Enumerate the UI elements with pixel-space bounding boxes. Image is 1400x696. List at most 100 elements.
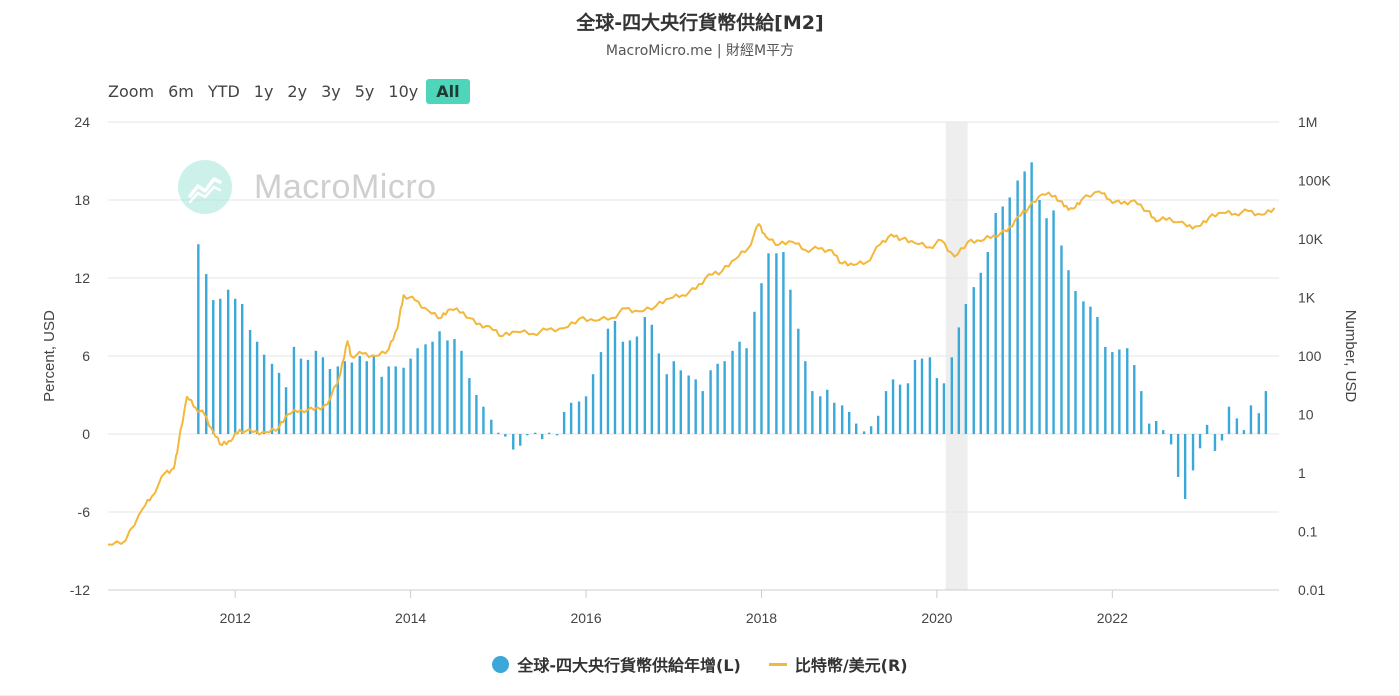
- bar: [475, 395, 478, 434]
- bar: [212, 300, 215, 434]
- bar: [1096, 317, 1099, 434]
- bar: [402, 367, 405, 434]
- bar: [760, 283, 763, 434]
- bar: [657, 353, 661, 434]
- bar: [1133, 365, 1136, 434]
- bar: [701, 391, 704, 434]
- bar: [1118, 349, 1121, 434]
- bar: [387, 366, 390, 434]
- bar: [292, 346, 296, 434]
- bar: [569, 402, 573, 434]
- bar: [884, 391, 888, 434]
- bar: [1235, 418, 1239, 434]
- bar: [1205, 424, 1209, 434]
- bar: [584, 396, 588, 434]
- bar: [409, 358, 412, 434]
- bar: [233, 298, 237, 434]
- bar: [321, 357, 325, 434]
- bar: [840, 405, 844, 434]
- bar: [577, 401, 581, 434]
- y-right-tick-label: 1M: [1298, 114, 1317, 130]
- bar: [1154, 421, 1158, 434]
- bar: [1038, 200, 1041, 434]
- macromicro-logo-icon: [178, 160, 232, 214]
- y-left-tick-label: 24: [74, 114, 90, 130]
- bar: [1191, 434, 1195, 471]
- bar: [855, 423, 858, 434]
- bar: [753, 311, 756, 434]
- bar: [299, 358, 303, 434]
- bar: [1147, 423, 1151, 434]
- bar: [819, 396, 822, 434]
- watermark: MacroMicro: [178, 160, 437, 214]
- bar: [468, 378, 471, 434]
- bar: [723, 361, 726, 434]
- legend-label-m2: 全球-四大央行貨幣供給年增(L): [517, 656, 741, 675]
- bar: [1227, 406, 1231, 434]
- bar: [920, 358, 924, 434]
- bar: [255, 341, 259, 434]
- bar: [460, 350, 463, 434]
- bar: [782, 252, 785, 434]
- bar: [1001, 206, 1004, 434]
- bar: [1126, 348, 1129, 434]
- bar: [1067, 270, 1070, 434]
- bar: [482, 406, 485, 434]
- bar: [438, 331, 441, 434]
- bar: [1198, 434, 1202, 449]
- y-left-axis-title: Percent, USD: [41, 310, 58, 402]
- bar: [219, 298, 222, 434]
- bar: [1183, 434, 1187, 499]
- bar: [519, 434, 522, 446]
- bar: [862, 431, 866, 434]
- legend: 全球-四大央行貨幣供給年增(L) 比特幣/美元(R): [0, 652, 1400, 676]
- legend-dot-icon: [492, 655, 510, 673]
- y-left-tick-label: 6: [82, 348, 90, 364]
- y-right-tick-label: 1K: [1298, 290, 1316, 306]
- bar: [1213, 434, 1217, 451]
- bar: [972, 287, 975, 434]
- bar: [811, 391, 814, 434]
- bar: [343, 361, 347, 434]
- bar: [994, 213, 997, 434]
- bar: [394, 366, 397, 434]
- bar: [775, 253, 778, 434]
- y-right-axis-title: Number, USD: [1342, 310, 1359, 403]
- bar: [350, 362, 354, 434]
- bar: [424, 344, 427, 434]
- bar: [1089, 306, 1092, 434]
- bar: [869, 426, 873, 434]
- bar: [306, 359, 310, 434]
- legend-item-m2[interactable]: 全球-四大央行貨幣供給年增(L): [492, 652, 741, 676]
- legend-item-btc[interactable]: 比特幣/美元(R): [768, 652, 908, 676]
- bar: [1052, 210, 1055, 434]
- bar: [1176, 434, 1180, 477]
- bar: [270, 363, 274, 434]
- bar: [1264, 391, 1268, 434]
- y-right-tick-label: 0.01: [1298, 582, 1325, 598]
- bar: [650, 324, 654, 434]
- y-right-tick-label: 10K: [1298, 231, 1324, 247]
- bar: [533, 432, 537, 434]
- bar: [1140, 391, 1143, 434]
- bar: [1162, 430, 1165, 434]
- bar: [687, 375, 690, 434]
- bar: [643, 317, 647, 434]
- bar: [1242, 430, 1246, 434]
- bar: [891, 379, 895, 434]
- x-tick-label: 2012: [220, 610, 251, 626]
- bar: [380, 376, 383, 434]
- bar: [562, 411, 566, 434]
- bar: [431, 341, 434, 434]
- legend-label-btc: 比特幣/美元(R): [794, 656, 908, 675]
- bar: [512, 434, 515, 450]
- x-tick-label: 2018: [746, 610, 777, 626]
- bar: [665, 374, 668, 434]
- bar: [1060, 245, 1063, 434]
- bar: [928, 357, 932, 434]
- bar: [621, 341, 625, 434]
- y-right-tick-label: 1: [1298, 465, 1306, 481]
- bar: [1045, 218, 1048, 434]
- bar: [1104, 346, 1107, 434]
- bar: [913, 359, 917, 434]
